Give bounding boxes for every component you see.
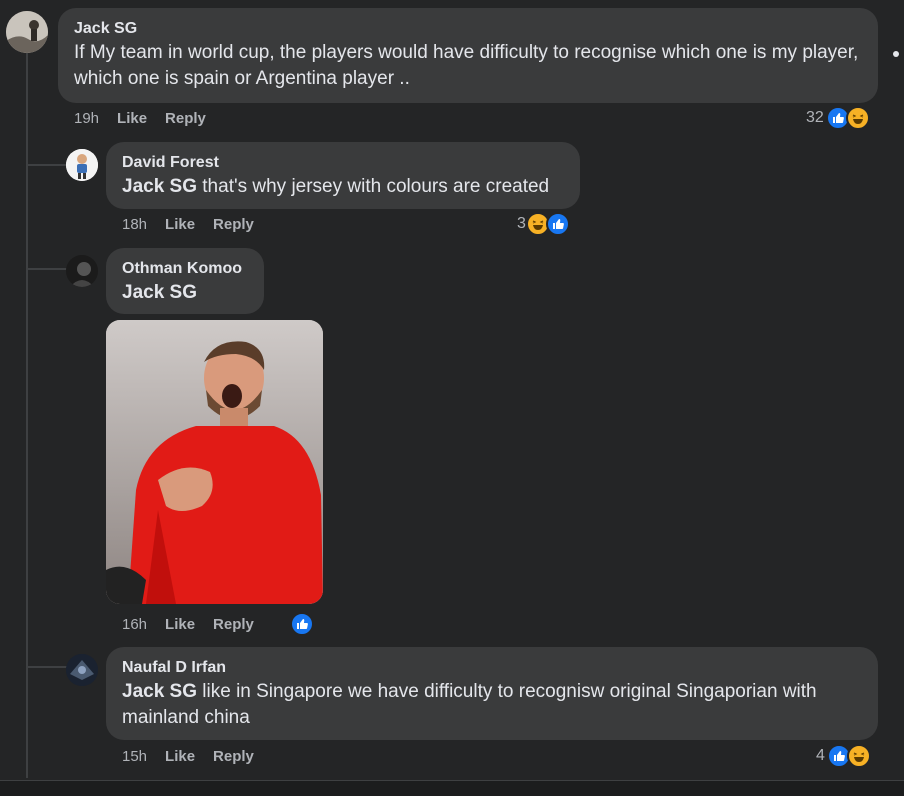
comment-bubble: Jack SG If My team in world cup, the pla…: [58, 8, 878, 103]
reaction-summary[interactable]: [290, 612, 314, 636]
bottom-divider: [0, 780, 904, 796]
reaction-summary[interactable]: 3: [517, 212, 570, 236]
reply-bubble: Othman Komoo Jack SG: [106, 248, 264, 314]
thread-branch: [28, 666, 68, 668]
more-options-icon[interactable]: [888, 46, 904, 62]
comment-author[interactable]: Othman Komoo: [122, 258, 248, 280]
comment-actions: 15h Like Reply: [122, 748, 254, 765]
thread-branch: [28, 164, 68, 166]
comment-timestamp[interactable]: 15h: [122, 748, 147, 765]
thumbs-up-icon: [290, 612, 314, 636]
gif-attachment[interactable]: [106, 320, 323, 604]
reply-button[interactable]: Reply: [213, 216, 254, 233]
mention-tag[interactable]: Jack SG: [122, 176, 197, 197]
comment-text: Jack SG: [122, 280, 248, 306]
avatar-david-forest[interactable]: [66, 149, 98, 181]
avatar-jack-sg[interactable]: [6, 11, 48, 53]
like-button[interactable]: Like: [165, 616, 195, 633]
comment-author[interactable]: Naufal D Irfan: [122, 657, 862, 679]
comment-author[interactable]: David Forest: [122, 152, 564, 174]
reaction-count: 3: [517, 215, 526, 232]
reaction-summary[interactable]: 4: [816, 744, 871, 768]
reply-button[interactable]: Reply: [165, 110, 206, 127]
like-button[interactable]: Like: [165, 748, 195, 765]
reply-button[interactable]: Reply: [213, 616, 254, 633]
thread-line: [26, 52, 28, 778]
reply-bubble: David Forest Jack SG that's why jersey w…: [106, 142, 580, 209]
like-button[interactable]: Like: [165, 216, 195, 233]
reaction-count: 32: [806, 109, 824, 126]
like-button[interactable]: Like: [117, 110, 147, 127]
avatar-othman-komoo[interactable]: [66, 255, 98, 287]
reply-bubble: Naufal D Irfan Jack SG like in Singapore…: [106, 647, 878, 740]
comment-actions: 19h Like Reply: [74, 110, 206, 127]
thumbs-up-icon: [545, 212, 570, 236]
comment-text: Jack SG like in Singapore we have diffic…: [122, 681, 817, 728]
reaction-count: 4: [816, 747, 825, 764]
comment-actions: 16h Like Reply: [122, 616, 254, 633]
mention-tag[interactable]: Jack SG: [122, 282, 197, 303]
mention-tag[interactable]: Jack SG: [122, 681, 197, 702]
reaction-summary[interactable]: 32: [806, 106, 870, 130]
comment-author[interactable]: Jack SG: [74, 18, 862, 40]
laughing-face-icon: [846, 744, 871, 768]
thread-branch: [28, 268, 68, 270]
laughing-face-icon: [845, 106, 870, 130]
avatar-naufal-d-irfan[interactable]: [66, 654, 98, 686]
reply-button[interactable]: Reply: [213, 748, 254, 765]
comment-text: Jack SG that's why jersey with colours a…: [122, 176, 550, 197]
comment-text: If My team in world cup, the players wou…: [74, 42, 859, 89]
comment-actions: 18h Like Reply: [122, 216, 254, 233]
comment-timestamp[interactable]: 18h: [122, 216, 147, 233]
comment-timestamp[interactable]: 19h: [74, 110, 99, 127]
comment-timestamp[interactable]: 16h: [122, 616, 147, 633]
